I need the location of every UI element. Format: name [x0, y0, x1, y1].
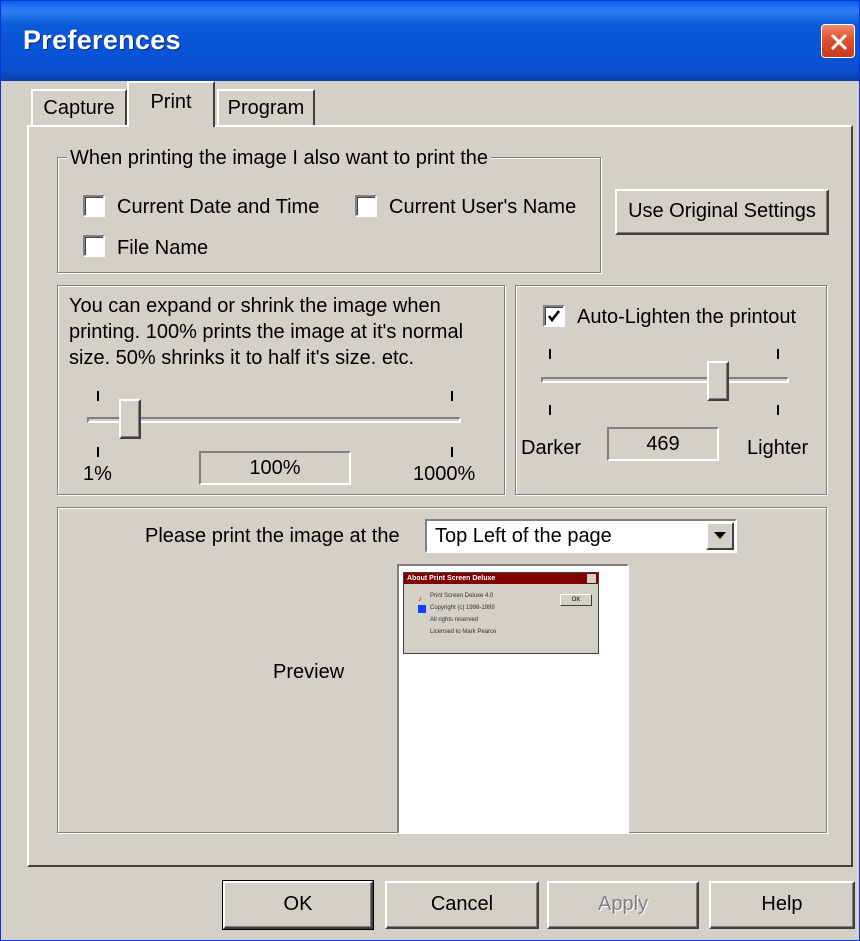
preview-thumbnail-line: Print Screen Deluxe 4.0 — [430, 593, 494, 599]
auto-lighten-label[interactable]: Auto-Lighten the printout — [577, 306, 796, 328]
scale-max-label: 1000% — [413, 463, 476, 485]
darker-label: Darker — [521, 437, 582, 459]
lighten-tick-right-top — [777, 349, 779, 359]
scale-tick-min-top — [97, 391, 99, 401]
scale-slider-thumb[interactable] — [119, 399, 141, 439]
preview-thumbnail: About Print Screen Deluxe ♪ Print Screen… — [403, 572, 599, 654]
current-user-label[interactable]: Current User's Name — [389, 196, 576, 218]
position-select-value: Top Left of the page — [435, 525, 612, 547]
scale-tick-max-top — [451, 391, 453, 401]
lighten-slider-track[interactable] — [541, 377, 789, 383]
preferences-dialog: Preferences Capture Print Program When p… — [0, 0, 860, 941]
scale-description-line1: You can expand or shrink the image when — [69, 295, 441, 317]
scale-description-line2: printing. 100% prints the image at it's … — [69, 321, 464, 343]
print-extras-legend: When printing the image I also want to p… — [67, 147, 492, 169]
preview-thumbnail-line: Licensed to Mark Pearce — [430, 629, 497, 635]
current-date-time-checkbox[interactable] — [83, 195, 105, 217]
title-bar[interactable]: Preferences — [1, 1, 859, 81]
lighten-value-readout: 469 — [607, 427, 719, 461]
scale-tick-min-bottom — [97, 447, 99, 457]
close-button[interactable] — [821, 24, 855, 58]
position-select[interactable]: Top Left of the page — [425, 519, 737, 553]
scale-min-label: 1% — [83, 463, 112, 485]
position-select-dropdown-button[interactable] — [706, 522, 734, 550]
tab-capture[interactable]: Capture — [31, 89, 127, 125]
help-button[interactable]: Help — [709, 881, 855, 929]
scale-description-line3: size. 50% shrinks it to half it's size. … — [69, 347, 415, 369]
current-user-checkbox[interactable] — [355, 195, 377, 217]
checkmark-icon — [547, 310, 561, 323]
auto-lighten-checkbox[interactable] — [543, 305, 565, 327]
chevron-down-icon — [714, 532, 726, 539]
use-original-settings-button[interactable]: Use Original Settings — [615, 189, 829, 235]
preview-thumbnail-title: About Print Screen Deluxe — [407, 575, 496, 582]
window-title: Preferences — [23, 25, 181, 55]
file-name-checkbox[interactable] — [83, 235, 105, 257]
preview-thumbnail-app-icon — [418, 605, 426, 613]
lighten-slider-thumb[interactable] — [707, 361, 729, 401]
tab-print[interactable]: Print — [127, 81, 215, 127]
lighten-tick-left-bottom — [549, 405, 551, 415]
preview-thumbnail-close-icon — [587, 574, 596, 583]
scale-tick-max-bottom — [451, 447, 453, 457]
lighten-tick-left-top — [549, 349, 551, 359]
apply-button[interactable]: Apply — [547, 881, 699, 929]
preview-label: Preview — [273, 661, 345, 683]
cancel-button[interactable]: Cancel — [385, 881, 539, 929]
preview-thumbnail-titlebar: About Print Screen Deluxe — [404, 573, 598, 584]
close-icon — [830, 33, 848, 51]
current-date-time-label[interactable]: Current Date and Time — [117, 196, 319, 218]
preview-thumbnail-line: All rights reserved — [430, 617, 479, 623]
print-preview: About Print Screen Deluxe ♪ Print Screen… — [397, 564, 629, 834]
ok-button[interactable]: OK — [222, 880, 374, 930]
file-name-label[interactable]: File Name — [117, 237, 208, 259]
scale-value-readout: 100% — [199, 451, 351, 485]
position-label: Please print the image at the — [145, 525, 400, 547]
scale-slider-track[interactable] — [87, 417, 461, 423]
lighten-tick-right-bottom — [777, 405, 779, 415]
preview-thumbnail-ok-button: OK — [560, 594, 592, 606]
tab-program[interactable]: Program — [217, 89, 315, 125]
preview-thumbnail-logo-icon: ♪ — [418, 594, 422, 603]
preview-thumbnail-line: Copyright (c) 1998-1999 — [430, 605, 495, 611]
lighter-label: Lighter — [747, 437, 809, 459]
